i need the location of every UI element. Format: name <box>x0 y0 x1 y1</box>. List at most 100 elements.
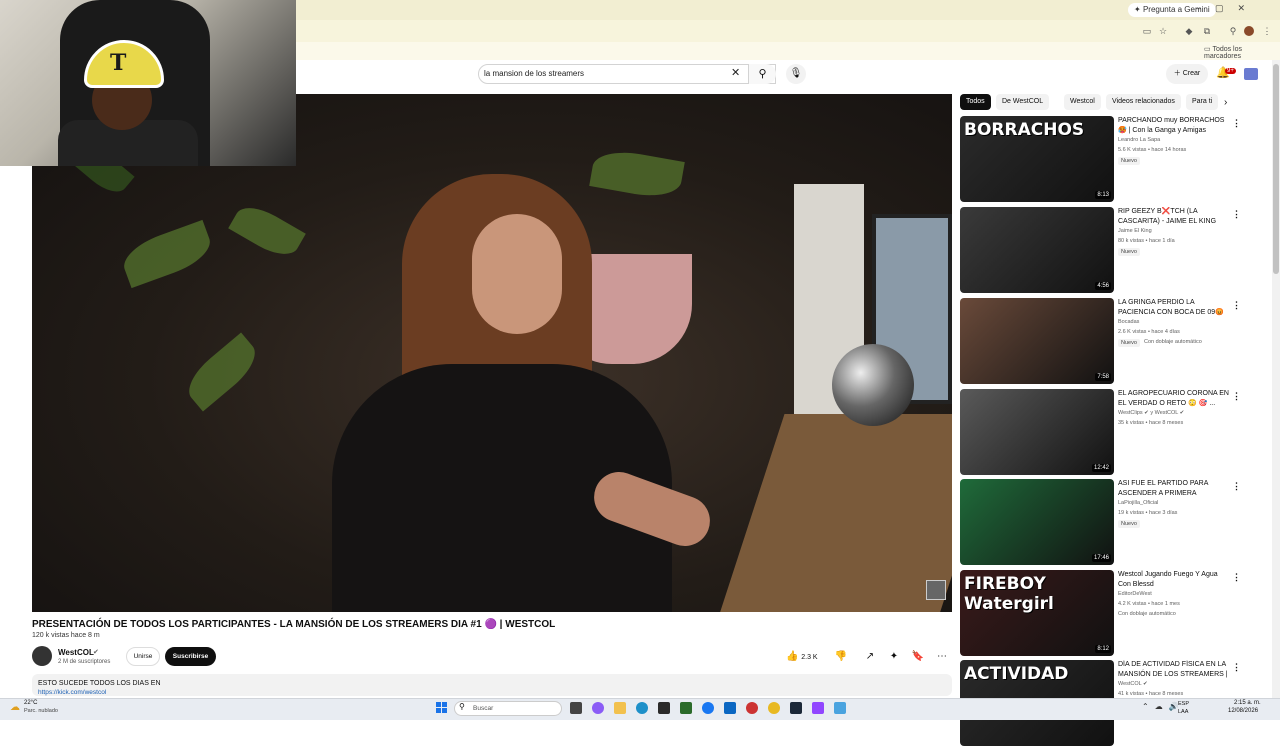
app-icon[interactable] <box>746 702 758 714</box>
task-view-icon[interactable] <box>570 702 582 714</box>
recommendation-title[interactable]: EL AGROPECUARIO CORONA EN EL VERDAD O RE… <box>1118 389 1230 408</box>
create-label: Crear <box>1182 70 1201 77</box>
notifications-badge: 9+ <box>1225 68 1236 74</box>
kebab-menu-icon[interactable]: ⋮ <box>1232 391 1241 402</box>
recommendation-card[interactable]: 7:58 LA GRINGA PERDIÓ LA PACIENCIA CON BO… <box>960 298 1241 384</box>
auto-dub-label: Con doblaje automático <box>1118 611 1176 617</box>
recommendation-channel[interactable]: Bocadas <box>1118 319 1139 325</box>
chrome-icon[interactable] <box>768 702 780 714</box>
taskbar-search[interactable]: Buscar <box>454 701 562 716</box>
profile-avatar[interactable] <box>1244 26 1254 36</box>
channel-avatar[interactable] <box>32 646 52 666</box>
recommendation-channel[interactable]: Leandro La Sapa <box>1118 137 1160 143</box>
recommendation-channel[interactable]: Jaime El King <box>1118 228 1152 234</box>
app-icon[interactable] <box>658 702 670 714</box>
clock-date[interactable]: 12/08/2026 <box>1228 708 1258 714</box>
steam-icon[interactable] <box>790 702 802 714</box>
recommendation-channel[interactable]: WestCOL ✔ <box>1118 681 1148 687</box>
video-thumbnail[interactable]: 12:42 <box>960 389 1114 475</box>
recommendation-title[interactable]: RIP GEEZY B❌TCH (LA CASCARITA) - JAIME E… <box>1118 207 1230 226</box>
ask-button[interactable]: ✦ <box>886 648 902 666</box>
app-icon[interactable] <box>812 702 824 714</box>
kebab-menu-icon[interactable]: ⋮ <box>1232 481 1241 492</box>
video-thumbnail[interactable]: FIREBOY Watergirl 8:12 <box>960 570 1114 656</box>
recommendation-channel[interactable]: WestClips ✔ y WestCOL ✔ <box>1118 410 1184 416</box>
kebab-menu-icon[interactable]: ⋮ <box>1232 662 1241 673</box>
chevron-right-icon[interactable]: › <box>1224 97 1227 108</box>
search-icon: ⚲ <box>758 68 767 80</box>
recommendation-title[interactable]: Westcol Jugando Fuego Y Agua Con Blessd <box>1118 570 1230 589</box>
kebab-menu-icon[interactable]: ⋮ <box>1232 209 1241 220</box>
recommendation-title[interactable]: ASI FUE EL PARTIDO PARA ASCENDER A PRIME… <box>1118 479 1230 498</box>
description-box[interactable] <box>32 674 952 696</box>
extension-icon[interactable]: ⚲ <box>1228 26 1238 36</box>
extension-icon[interactable]: ◆ <box>1184 26 1194 36</box>
video-thumbnail[interactable]: 4:56 <box>960 207 1114 293</box>
bookmarks-bar <box>296 42 1280 60</box>
recommendation-title[interactable]: LA GRINGA PERDIÓ LA PACIENCIA CON BOCA D… <box>1118 298 1230 317</box>
windows-start-button[interactable] <box>436 702 448 714</box>
weather-temperature: 22°C <box>24 700 38 706</box>
subscribe-button[interactable]: Suscribirse <box>165 647 216 666</box>
channel-name[interactable]: WestCOL <box>58 648 94 657</box>
video-thumbnail[interactable]: 7:58 <box>960 298 1114 384</box>
all-bookmarks-link[interactable]: ▭ Todos los marcadores <box>1204 45 1280 60</box>
facebook-icon[interactable] <box>702 702 714 714</box>
chip-para-ti[interactable]: Para ti <box>1186 94 1219 110</box>
description-link[interactable]: https://kick.com/westcol <box>38 689 106 696</box>
more-actions-button[interactable]: ⋯ <box>934 648 950 666</box>
recommendation-channel[interactable]: EditorDeWest <box>1118 591 1152 597</box>
cast-icon[interactable]: ▭ <box>1142 26 1152 36</box>
app-icon[interactable] <box>680 702 692 714</box>
chip-videos-relacionados[interactable]: Videos relacionados <box>1106 94 1181 110</box>
clear-search-icon[interactable]: ✕ <box>731 66 740 79</box>
join-button[interactable]: Unirse <box>126 647 160 666</box>
chip-todos[interactable]: Todos <box>960 94 991 110</box>
kebab-menu-icon[interactable]: ⋮ <box>1262 26 1272 36</box>
search-button[interactable]: ⚲ <box>748 64 776 84</box>
recommendation-title[interactable]: DÍA DE ACTIVIDAD FÍSICA EN LA MANSIÓN DE… <box>1118 660 1230 679</box>
video-thumbnail[interactable]: BORRACHOS 8:13 <box>960 116 1114 202</box>
clock-time[interactable]: 2:15 a. m. <box>1234 700 1261 706</box>
file-explorer-icon[interactable] <box>614 702 626 714</box>
video-player[interactable] <box>32 94 952 612</box>
recommendation-channel[interactable]: LaPiojilla_Oficial <box>1118 500 1158 506</box>
recommendation-card[interactable]: 12:42 EL AGROPECUARIO CORONA EN EL VERDAD… <box>960 389 1241 475</box>
app-icon[interactable] <box>834 702 846 714</box>
recommendation-card[interactable]: 4:56 RIP GEEZY B❌TCH (LA CASCARITA) - JAI… <box>960 207 1241 293</box>
input-layout[interactable]: LAA <box>1178 709 1188 715</box>
edge-icon[interactable] <box>636 702 648 714</box>
scrollbar-thumb[interactable] <box>1273 64 1279 274</box>
dislike-button[interactable]: 👎 <box>833 648 849 666</box>
kebab-menu-icon[interactable]: ⋮ <box>1232 118 1241 129</box>
account-avatar[interactable] <box>1244 68 1258 80</box>
chip-westcol[interactable]: Westcol <box>1064 94 1101 110</box>
like-button[interactable]: 👍 2.3 K <box>786 648 826 666</box>
weather-icon[interactable]: ☁ <box>10 702 20 713</box>
window-controls[interactable]: –▢✕ <box>1196 3 1259 14</box>
more-horizontal-icon: ⋯ <box>937 651 947 662</box>
app-icon[interactable] <box>724 702 736 714</box>
recommendation-card[interactable]: FIREBOY Watergirl 8:12 Westcol Jugando Fue… <box>960 570 1241 656</box>
channel-watermark-icon[interactable] <box>926 580 946 600</box>
recommendation-title[interactable]: PARCHANDO muy BORRACHOS 🥵 | Con la Ganga… <box>1118 116 1230 135</box>
recommendation-stats: 80 k vistas • hace 1 día <box>1118 238 1175 244</box>
chip-de-westcol[interactable]: De WestCOL <box>996 94 1050 110</box>
voice-search-button[interactable]: 🎙 <box>786 64 806 84</box>
create-button[interactable]: ＋ Crear <box>1166 64 1208 84</box>
search-input[interactable] <box>484 69 714 78</box>
recommendation-card[interactable]: BORRACHOS 8:13 PARCHANDO muy BORRACHOS 🥵 |… <box>960 116 1241 202</box>
kebab-menu-icon[interactable]: ⋮ <box>1232 572 1241 583</box>
star-icon[interactable]: ☆ <box>1158 26 1168 36</box>
share-button[interactable]: ↗ <box>862 648 878 666</box>
puzzle-icon[interactable]: ⧉ <box>1202 26 1212 36</box>
address-bar[interactable] <box>296 20 1280 42</box>
thumbs-up-icon: 👍 <box>786 651 802 662</box>
kebab-menu-icon[interactable]: ⋮ <box>1232 300 1241 311</box>
input-language[interactable]: ESP <box>1178 701 1189 707</box>
save-button[interactable]: 🔖 <box>910 648 926 666</box>
recommendation-card[interactable]: ACTIVIDAD DÍA DE ACTIVIDAD FÍSICA EN LA M… <box>960 660 1241 746</box>
video-thumbnail[interactable]: 17:46 <box>960 479 1114 565</box>
recommendation-card[interactable]: 17:46 ASI FUE EL PARTIDO PARA ASCENDER A … <box>960 479 1241 565</box>
copilot-icon[interactable] <box>592 702 604 714</box>
